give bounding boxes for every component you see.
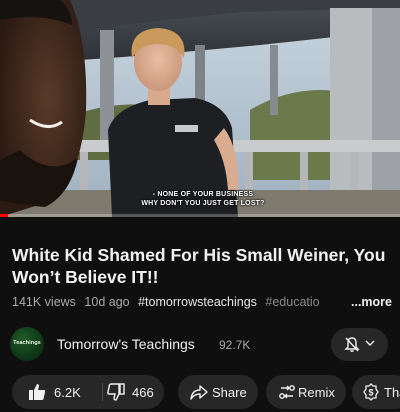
dislike-count: 466 [132, 385, 154, 400]
video-progress-fill [0, 214, 8, 217]
thumbs-down-icon [107, 383, 125, 401]
hashtag-link[interactable]: #tomorrowsteachings [138, 295, 257, 309]
video-frame [0, 0, 400, 217]
dislike-button[interactable]: 466 [103, 375, 164, 409]
svg-text:$: $ [368, 388, 373, 398]
like-button[interactable]: 6.2K [12, 375, 102, 409]
caption-line-2: WHY DON'T YOU JUST GET LOST? [141, 200, 265, 207]
chevron-down-icon [365, 340, 375, 346]
share-label: Share [212, 385, 247, 400]
like-dislike-pill: 6.2K 466 [12, 375, 164, 409]
video-progress-bar[interactable] [0, 214, 400, 217]
channel-row: Teachings Tomorrow's Teachings 92.7K [0, 325, 400, 363]
notification-bell-button[interactable] [331, 328, 388, 361]
video-title: White Kid Shamed For His Small Weiner, Y… [12, 245, 386, 287]
caption-line-1: - NONE OF YOUR BUSINESS [152, 191, 254, 198]
thumbs-up-icon [29, 384, 46, 400]
hashtag-link[interactable]: #educatio [265, 295, 319, 309]
share-icon [190, 385, 208, 400]
action-bar: 6.2K 466 Share Remix $ Tha [0, 375, 400, 409]
thanks-label: Tha [384, 385, 400, 400]
remix-button[interactable]: Remix [266, 375, 346, 409]
thanks-button[interactable]: $ Tha [352, 375, 400, 409]
subscriber-count: 92.7K [219, 338, 251, 352]
avatar-logo-text: Teachings [13, 340, 41, 346]
bell-off-icon [344, 337, 360, 352]
remix-label: Remix [298, 385, 335, 400]
like-count: 6.2K [54, 385, 81, 400]
channel-avatar[interactable]: Teachings [10, 327, 44, 361]
share-button[interactable]: Share [178, 375, 258, 409]
thanks-icon: $ [363, 383, 379, 401]
remix-icon [279, 385, 295, 399]
video-meta[interactable]: 141K views 10d ago #tomorrowsteachings #… [12, 295, 397, 309]
video-player[interactable]: - NONE OF YOUR BUSINESS WHY DON'T YOU JU… [0, 0, 400, 217]
video-caption: - NONE OF YOUR BUSINESS WHY DON'T YOU JU… [118, 190, 288, 208]
more-button[interactable]: ...more [341, 295, 392, 309]
view-count: 141K views [12, 295, 76, 309]
channel-name[interactable]: Tomorrow's Teachings [57, 336, 195, 352]
upload-age: 10d ago [84, 295, 130, 309]
